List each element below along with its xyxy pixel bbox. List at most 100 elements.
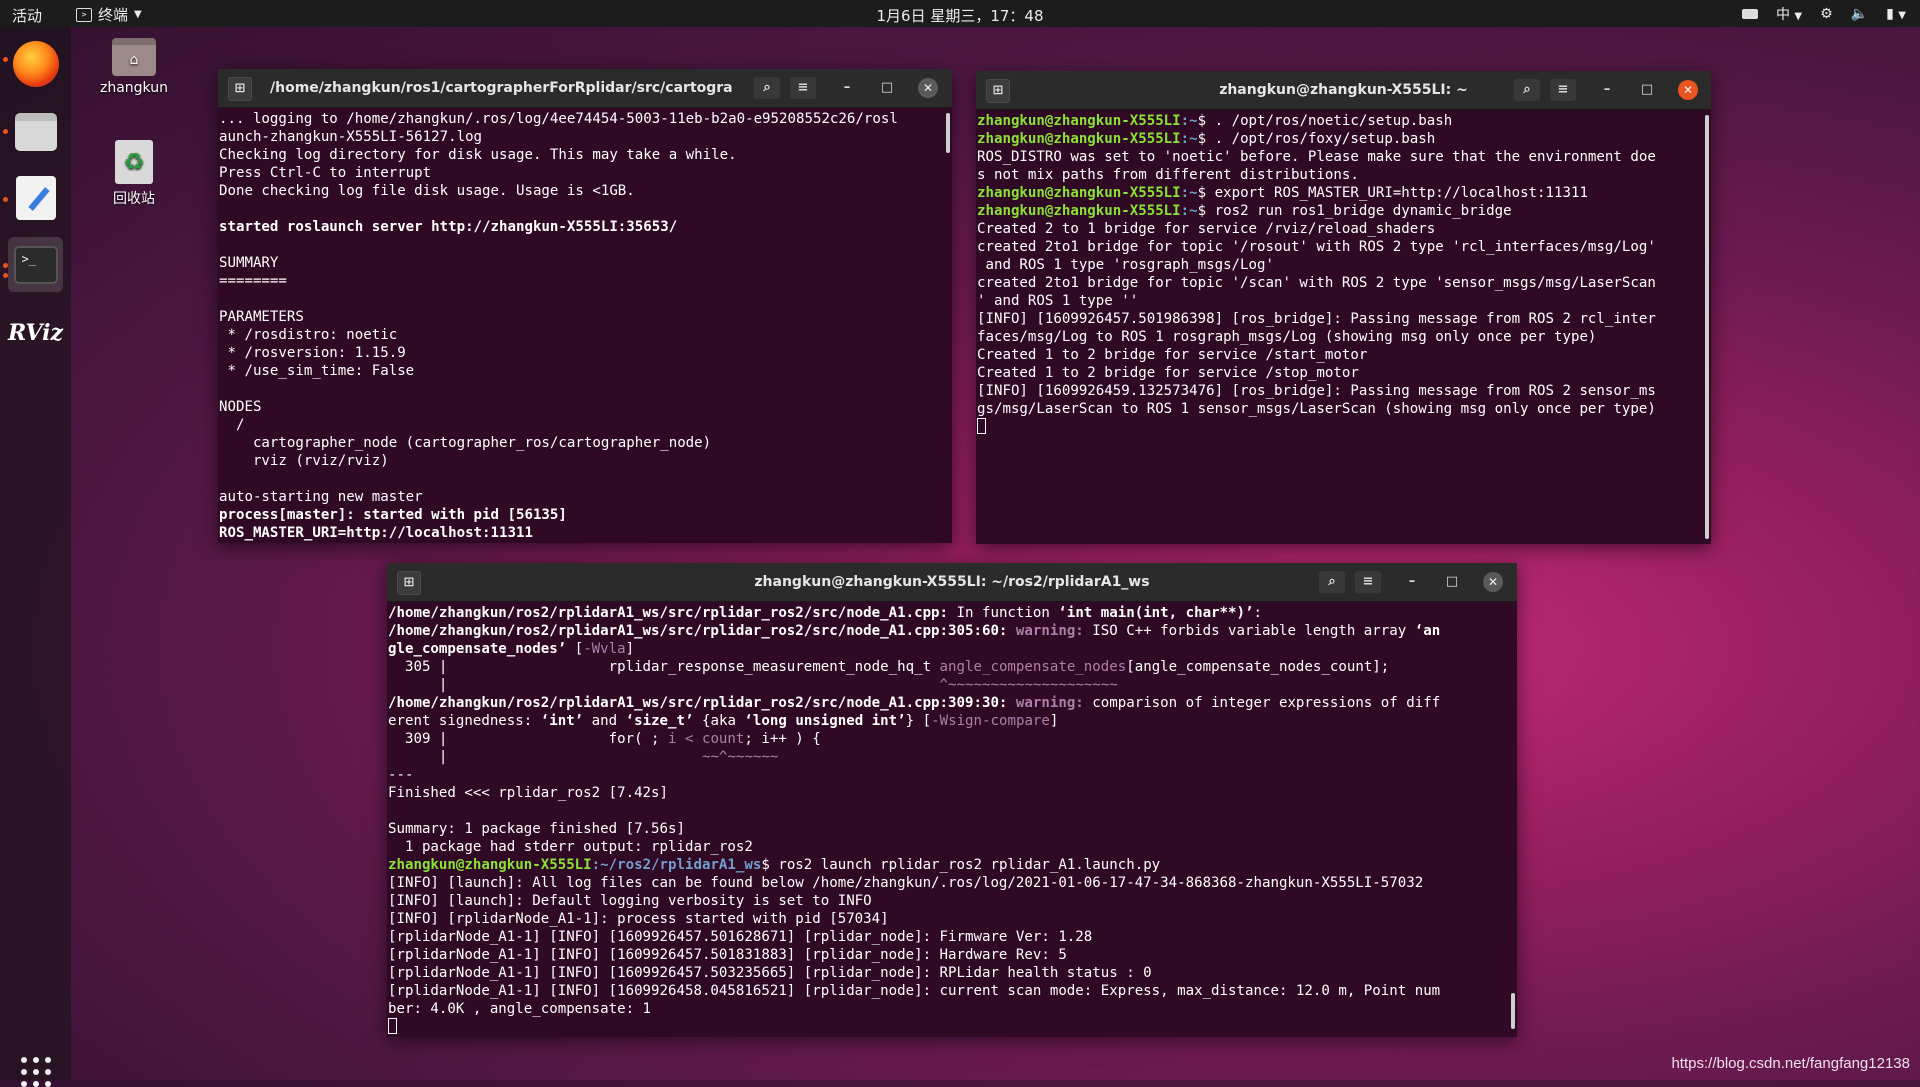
terminal-text: } [ [905,713,932,729]
terminal-output[interactable]: zhangkun@zhangkun-X555LI:~$ . /opt/ros/n… [976,110,1711,544]
terminal-line: [rplidarNode_A1-1] [INFO] [1609926457.50… [388,964,1517,982]
terminal-line: ======== [219,272,952,290]
terminal-text: created 2to1 bridge for topic '/scan' wi… [977,275,1656,291]
terminal-line: [INFO] [launch]: Default logging verbosi… [388,892,1517,910]
terminal-text: ‘int main(int, char**)’ [1058,605,1254,621]
maximize-icon[interactable]: □ [1636,79,1658,101]
search-icon[interactable]: ⌕ [1319,571,1345,593]
dock-firefox[interactable] [8,36,63,91]
terminal-text: ‘size_t’ [625,713,694,729]
activities-button[interactable]: 活动 [12,5,42,26]
network-icon[interactable]: ⚙ [1820,6,1833,22]
search-icon[interactable]: ⌕ [754,77,780,99]
terminal-line: ROS_MASTER_URI=http://localhost:11311 [219,524,952,542]
terminal-line: s not mix paths from different distribut… [977,166,1711,184]
terminal-line: Summary: 1 package finished [7.56s] [388,820,1517,838]
terminal-text: created 2to1 bridge for topic '/rosout' … [977,239,1656,255]
terminal-line: process[master]: started with pid [56135… [219,506,952,524]
close-icon[interactable]: ✕ [918,78,938,98]
window-title: /home/zhangkun/ros1/cartographerForRplid… [270,80,732,96]
terminal-window-cartographer[interactable]: ⊞ /home/zhangkun/ros1/cartographerForRpl… [218,69,952,543]
terminal-line: ' and ROS 1 type '' [977,292,1711,310]
maximize-icon[interactable]: □ [876,77,898,99]
app-menu[interactable]: > 终端 ▼ [76,4,142,25]
terminal-text: | [388,677,940,693]
terminal-line: and ROS 1 type 'rosgraph_msgs/Log' [977,256,1711,274]
terminal-cursor [388,1018,397,1034]
show-applications-icon[interactable] [21,1057,51,1087]
terminal-text: : [1253,605,1263,621]
terminal-text: $ ros2 launch rplidar_ros2 rplidar_A1.la… [761,857,1161,873]
terminal-text: warning: [1007,695,1084,711]
dock-terminal[interactable]: >_ [8,237,63,292]
terminal-text: ; i++ ) { [744,731,821,747]
hamburger-menu-icon[interactable]: ≡ [1355,571,1381,593]
dock-text-editor[interactable] [8,170,63,225]
keyboard-icon[interactable] [1741,9,1758,19]
dock-files[interactable] [8,104,63,159]
terminal-text: * /rosversion: 1.15.9 [219,345,406,361]
minimize-icon[interactable]: – [1596,79,1618,101]
terminal-text: $ . /opt/ros/foxy/setup.bash [1197,131,1436,147]
terminal-line: ROS_DISTRO was set to 'noetic' before. P… [977,148,1711,166]
window-titlebar[interactable]: ⊞ /home/zhangkun/ros1/cartographerForRpl… [218,69,952,108]
hamburger-menu-icon[interactable]: ≡ [790,77,816,99]
terminal-line: 1 package had stderr output: rplidar_ros… [388,838,1517,856]
terminal-text: zhangkun@zhangkun-X555LI [388,857,592,873]
terminal-text: Press Ctrl-C to interrupt [219,165,432,181]
clock[interactable]: 1月6日 星期三，17：48 [876,7,1043,25]
new-tab-icon[interactable]: ⊞ [228,77,252,101]
scrollbar[interactable] [946,113,950,153]
terminal-line: gs/msg/LaserScan to ROS 1 sensor_msgs/La… [977,400,1711,418]
minimize-icon[interactable]: – [1401,571,1423,593]
terminal-text: rviz (rviz/rviz) [219,453,389,469]
terminal-text: ======== [219,273,287,289]
terminal-text: ^~~~~~~~~~~~~~~~~~~~~ [939,677,1118,693]
terminal-line: Press Ctrl-C to interrupt [219,164,952,182]
scrollbar[interactable] [1511,993,1515,1029]
terminal-window-home[interactable]: ⊞ zhangkun@zhangkun-X555LI: ~ ⌕ ≡ – □ ✕ … [976,71,1711,544]
terminal-line: aunch-zhangkun-X555LI-56127.log [219,128,952,146]
terminal-output[interactable]: /home/zhangkun/ros2/rplidarA1_ws/src/rpl… [387,602,1517,1037]
close-icon[interactable]: ✕ [1678,80,1698,100]
app-menu-label: 终端 [98,6,129,24]
terminal-window-rplidar[interactable]: ⊞ zhangkun@zhangkun-X555LI: ~/ros2/rplid… [387,563,1517,1037]
terminal-text: Created 1 to 2 bridge for service /stop_… [977,365,1359,381]
desktop-trash[interactable]: ♻ 回收站 [89,140,179,208]
terminal-output[interactable]: ... logging to /home/zhangkun/.ros/log/4… [218,108,952,543]
close-icon[interactable]: ✕ [1483,572,1503,592]
maximize-icon[interactable]: □ [1441,571,1463,593]
volume-icon[interactable]: 🔈 [1851,6,1868,22]
scrollbar[interactable] [1705,115,1709,539]
dock-rviz[interactable]: RViz [8,305,63,360]
battery-menu[interactable]: ▮ ▼ [1886,6,1906,22]
terminal-text: and ROS 1 type 'rosgraph_msgs/Log' [977,257,1274,273]
search-icon[interactable]: ⌕ [1514,79,1540,101]
dock: >_ RViz [0,27,71,1087]
hamburger-menu-icon[interactable]: ≡ [1550,79,1576,101]
terminal-text: ] [625,641,635,657]
window-titlebar[interactable]: ⊞ zhangkun@zhangkun-X555LI: ~ ⌕ ≡ – □ ✕ [976,71,1711,110]
input-method-menu[interactable]: 中 ▼ [1776,4,1802,24]
terminal-text: ] [1049,713,1059,729]
terminal-text: [ [566,641,584,657]
terminal-line: Created 2 to 1 bridge for service /rviz/… [977,220,1711,238]
terminal-line: gle_compensate_nodes’ [-Wvla] [388,640,1517,658]
terminal-text: SUMMARY [219,255,279,271]
terminal-icon: > [76,7,92,22]
terminal-line: SUMMARY [219,254,952,272]
home-folder-icon: ⌂ [112,38,156,76]
window-titlebar[interactable]: ⊞ zhangkun@zhangkun-X555LI: ~/ros2/rplid… [387,563,1517,602]
terminal-text: Created 1 to 2 bridge for service /start… [977,347,1368,363]
terminal-text: [INFO] [launch]: Default logging verbosi… [388,893,872,909]
watermark: https://blog.csdn.net/fangfang12138 [1671,1055,1910,1072]
terminal-line: erent signedness: ‘int’ and ‘size_t’ {ak… [388,712,1517,730]
terminal-text: $ . /opt/ros/noetic/setup.bash [1197,113,1453,129]
terminal-line: /home/zhangkun/ros2/rplidarA1_ws/src/rpl… [388,694,1517,712]
minimize-icon[interactable]: – [836,77,858,99]
terminal-line: zhangkun@zhangkun-X555LI:~$ ros2 run ros… [977,202,1711,220]
terminal-line: /home/zhangkun/ros2/rplidarA1_ws/src/rpl… [388,622,1517,640]
desktop-home-folder[interactable]: ⌂ zhangkun [89,38,179,96]
terminal-text: ... logging to /home/zhangkun/.ros/log/4… [219,111,898,127]
terminal-text: and [583,713,626,729]
